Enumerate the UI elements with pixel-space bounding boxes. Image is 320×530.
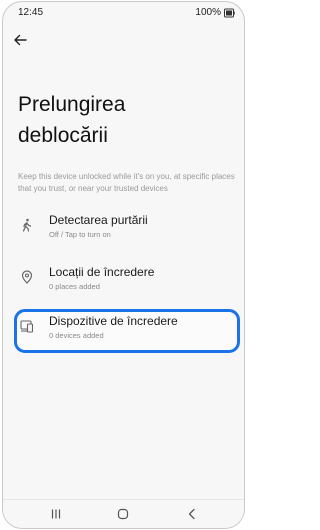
item-subtitle: Off / Tap to turn on xyxy=(49,230,111,239)
battery-icon xyxy=(224,8,235,18)
back-nav-icon[interactable] xyxy=(186,508,198,520)
status-time: 12:45 xyxy=(18,7,44,18)
item-subtitle: 0 places added xyxy=(49,282,100,291)
devices-icon xyxy=(20,320,34,333)
list-item-wear-detection[interactable]: Detectarea purtării Off / Tap to turn on xyxy=(14,208,240,252)
item-title: Dispozitive de încredere xyxy=(49,314,178,328)
home-icon[interactable] xyxy=(117,508,129,520)
item-title: Locații de încredere xyxy=(49,265,155,279)
page-description: Keep this device unlocked while it's on … xyxy=(18,172,235,193)
page-title: Prelungirea deblocării xyxy=(18,89,228,151)
phone-frame: 12:45 100% Prelungirea deblocării Keep t… xyxy=(2,1,245,529)
list-item-trusted-devices[interactable]: Dispozitive de încredere 0 devices added xyxy=(14,309,240,353)
back-arrow-icon[interactable] xyxy=(12,32,28,48)
battery-percent: 100% xyxy=(195,7,221,18)
recent-apps-icon[interactable] xyxy=(50,508,62,520)
walking-person-icon xyxy=(22,218,32,232)
page-title-line1: Prelungirea xyxy=(18,93,126,116)
navigation-bar xyxy=(3,499,244,528)
list-item-trusted-places[interactable]: Locații de încredere 0 places added xyxy=(14,260,240,304)
item-title: Detectarea purtării xyxy=(49,213,148,227)
status-bar: 12:45 100% xyxy=(3,7,244,21)
item-subtitle: 0 devices added xyxy=(49,331,104,340)
page-title-line2: deblocării xyxy=(18,124,108,147)
location-pin-icon xyxy=(21,270,33,284)
